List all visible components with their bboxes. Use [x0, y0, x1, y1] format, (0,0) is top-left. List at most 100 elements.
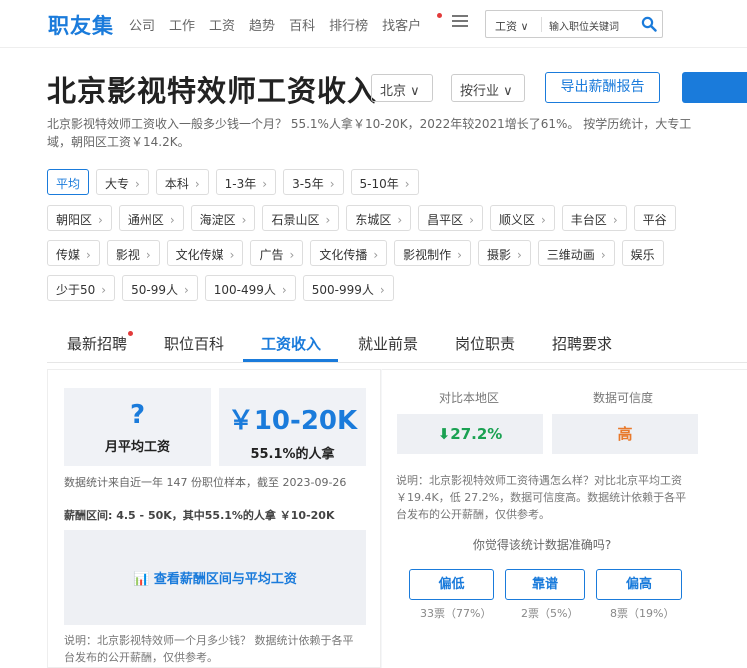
compare-region-label: 对比本地区 — [439, 391, 500, 405]
export-report-button[interactable]: 导出薪酬报告 — [545, 72, 660, 103]
list-menu-icon[interactable] — [452, 15, 468, 29]
filter-chip-label: 广告 — [259, 248, 284, 262]
search-input[interactable]: 输入职位关键词 — [549, 18, 619, 33]
page-title: 北京影视特效师工资收入 — [47, 74, 378, 108]
tab-latest-jobs[interactable]: 最新招聘 — [67, 331, 134, 354]
tab-responsibilities[interactable]: 岗位职责 — [455, 333, 515, 354]
nav-link-find-customers[interactable]: 找客户 — [382, 13, 443, 34]
primary-action-button[interactable] — [682, 72, 747, 103]
summary-line-1: 北京影视特效师工资收入一般多少钱一个月？ 55.1%人拿￥10-20K，2022… — [47, 117, 692, 131]
filter-chip-label: 50-99人 — [131, 283, 178, 297]
salary-disclaimer: 说明：北京影视特效师一个月多少钱？ 数据统计依赖于各平台发布的公开薪酬，仅供参考… — [64, 634, 354, 664]
search-box: 工资 ∨ 输入职位关键词 — [485, 10, 663, 38]
filter-chip[interactable]: 影视 › — [106, 240, 160, 266]
filter-chip[interactable]: 广告 › — [250, 240, 304, 266]
filter-chip-label: 传媒 — [56, 248, 81, 262]
filter-chip[interactable]: 平谷 — [633, 205, 676, 231]
chevron-right-icon: › — [540, 213, 546, 227]
filter-chip-label: 三维动画 — [546, 248, 595, 262]
filter-chip[interactable]: 50-99人 › — [122, 275, 198, 301]
filter-row-district: 朝阳区 › 通州区 › 海淀区 › 石景山区 › 东城区 › 昌平区 › 顺义区 › 丰台区 ›… — [47, 205, 683, 231]
filter-chip[interactable]: 海淀区 › — [190, 205, 256, 231]
filter-chip[interactable]: 东城区 › — [346, 205, 412, 231]
chevron-right-icon: › — [600, 248, 606, 262]
industry-dropdown[interactable]: 按行业 ∨ — [451, 74, 525, 102]
tab-label: 最新招聘 — [67, 335, 128, 353]
filter-chip[interactable]: 文化传播 › — [310, 240, 388, 266]
filter-chip-label: 丰台区 — [570, 213, 607, 227]
salary-stats-card: ? 月平均工资 ￥10-20K 55.1%的人拿 数据统计来自近一年 147 份… — [47, 369, 381, 668]
filter-chip-label: 石景山区 — [271, 213, 320, 227]
vote-high-count: 8票（19%） — [610, 607, 675, 620]
nav-link-salary[interactable]: 工资 — [209, 15, 235, 34]
vote-low-button[interactable]: 偏低 — [409, 569, 494, 600]
filter-chip[interactable]: 1-3年 › — [215, 169, 277, 195]
search-type-select[interactable]: 工资 ∨ — [495, 18, 529, 34]
filter-chip-label: 东城区 — [355, 213, 392, 227]
accuracy-question: 你觉得该统计数据准确吗? — [472, 538, 612, 552]
search-icon[interactable] — [641, 16, 657, 32]
chevron-right-icon: › — [194, 177, 200, 191]
vote-high-button[interactable]: 偏高 — [596, 569, 682, 600]
nav-link-company[interactable]: 公司 — [129, 15, 155, 34]
filter-chip-label: 1-3年 — [224, 177, 257, 191]
chevron-right-icon: › — [145, 248, 151, 262]
tab-job-wiki[interactable]: 职位百科 — [164, 333, 224, 354]
filter-chip[interactable]: 少于50 › — [47, 275, 116, 301]
nav-link-ranking[interactable]: 排行榜 — [329, 15, 368, 34]
nav-link-wiki[interactable]: 百科 — [289, 15, 315, 34]
chevron-right-icon: › — [325, 213, 331, 227]
site-logo[interactable]: 职友集 — [48, 10, 114, 40]
nav-link-jobs[interactable]: 工作 — [169, 15, 195, 34]
filter-chip[interactable]: 通州区 › — [118, 205, 184, 231]
salary-range-value: ￥10-20K — [227, 406, 358, 436]
filter-chip[interactable]: 本科 › — [155, 169, 209, 195]
chevron-right-icon: › — [373, 248, 379, 262]
active-tab-indicator — [243, 359, 338, 362]
filter-chip[interactable]: 昌平区 › — [418, 205, 483, 231]
tab-salary[interactable]: 工资收入 — [261, 333, 321, 354]
chevron-right-icon: › — [98, 213, 103, 227]
chevron-right-icon: › — [135, 177, 140, 191]
nav-link-trends[interactable]: 趋势 — [249, 15, 275, 34]
view-salary-button[interactable]: 📊 查看薪酬区间与平均工资 — [133, 568, 297, 587]
filter-chip[interactable]: 影视制作 › — [394, 240, 471, 266]
vote-reliable-button[interactable]: 靠谱 — [505, 569, 585, 600]
arrow-down-icon: ⬇ — [437, 425, 451, 443]
chevron-right-icon: › — [241, 213, 247, 227]
section-tabs: 最新招聘 职位百科 工资收入 就业前景 岗位职责 招聘要求 — [47, 325, 747, 363]
filter-chip[interactable]: 100-499人 › — [204, 275, 296, 301]
filter-chip[interactable]: 平均 — [47, 169, 90, 195]
filter-chip-label: 100-499人 — [213, 283, 276, 297]
filter-chip[interactable]: 500-999人 › — [302, 275, 394, 301]
chevron-right-icon: › — [397, 213, 403, 227]
filter-chip[interactable]: 石景山区 › — [262, 205, 340, 231]
city-dropdown[interactable]: 北京 ∨ — [371, 74, 433, 102]
filter-chip-label: 本科 — [164, 177, 189, 191]
filter-chip[interactable]: 娱乐 — [621, 240, 664, 266]
avg-salary-caption: 月平均工资 — [104, 440, 170, 455]
filter-chip[interactable]: 摄影 › — [477, 240, 531, 266]
chevron-right-icon: › — [329, 177, 335, 191]
filter-chip-label: 文化传播 — [319, 248, 368, 262]
filter-chip[interactable]: 传媒 › — [47, 240, 100, 266]
filter-chip[interactable]: 顺义区 › — [489, 205, 555, 231]
filter-chip[interactable]: 丰台区 › — [561, 205, 627, 231]
salary-chart-placeholder: 📊 查看薪酬区间与平均工资 — [64, 530, 366, 625]
new-dot-icon — [437, 13, 443, 18]
sample-source-note: 数据统计来自近一年 147 份职位样本，截至 2023-09-26 — [64, 476, 347, 489]
chevron-right-icon: › — [469, 213, 474, 227]
filter-chip[interactable]: 文化传媒 › — [166, 240, 244, 266]
filter-chip-label: 大专 — [105, 177, 130, 191]
tab-requirements[interactable]: 招聘要求 — [552, 333, 612, 354]
top-nav: 职友集 公司 工作 工资 趋势 百科 排行榜 找客户 工资 ∨ 输入职位关键词 — [0, 0, 747, 48]
chevron-right-icon: › — [612, 213, 618, 227]
filter-chip[interactable]: 3-5年 › — [283, 169, 344, 195]
filter-chip[interactable]: 大专 › — [96, 169, 149, 195]
filter-chip[interactable]: 三维动画 › — [537, 240, 615, 266]
tab-prospects[interactable]: 就业前景 — [358, 333, 418, 354]
filter-chip[interactable]: 5-10年 › — [350, 169, 419, 195]
filter-chip[interactable]: 朝阳区 › — [47, 205, 112, 231]
compare-region-percent: 27.2% — [450, 425, 503, 443]
nav-links: 公司 工作 工资 趋势 百科 排行榜 找客户 — [129, 13, 449, 34]
